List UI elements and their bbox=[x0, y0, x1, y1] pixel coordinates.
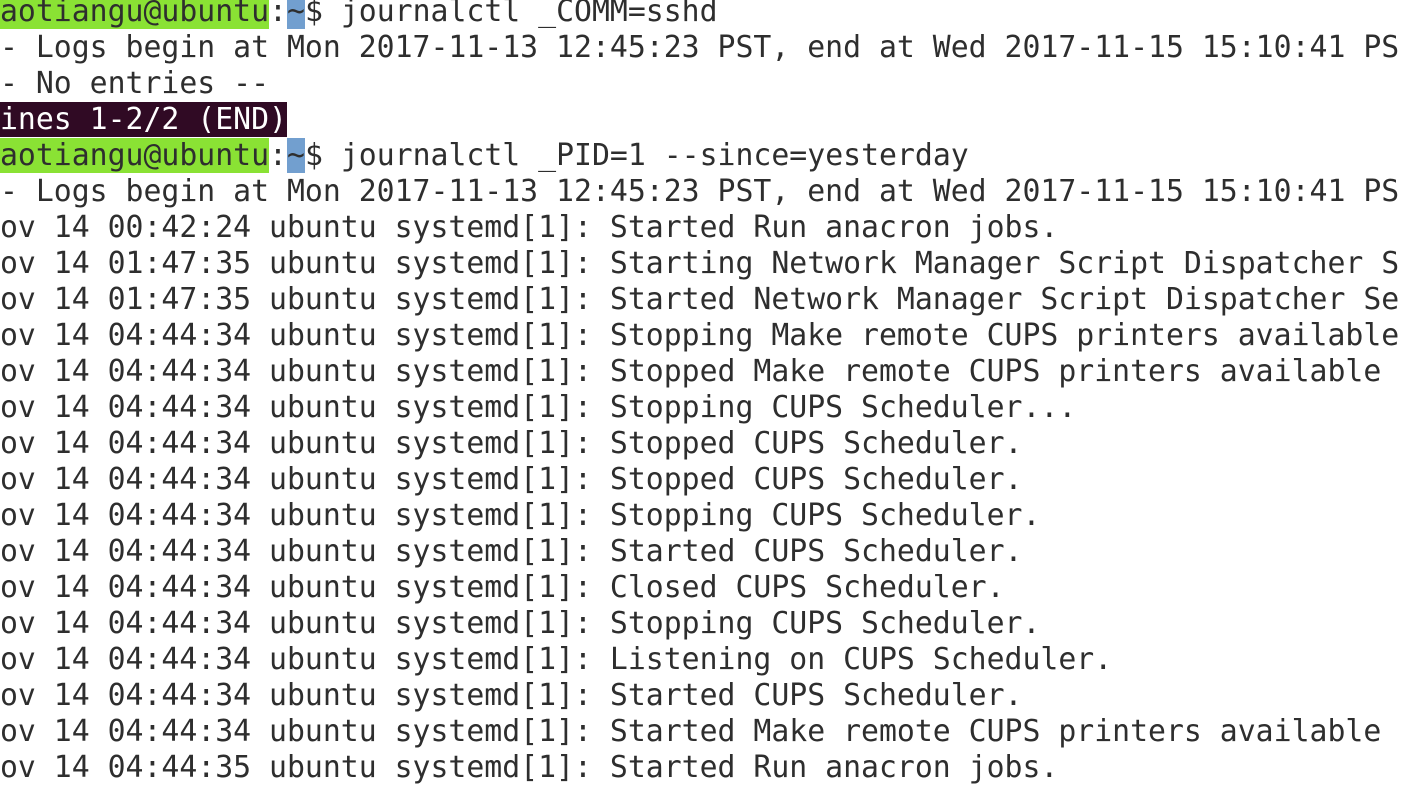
pager-status-line: lines 1-2/2 (END) bbox=[0, 102, 287, 138]
prompt-user-host: haotiangu@ubuntu bbox=[0, 0, 270, 29]
log-line: Nov 14 04:44:34 ubuntu systemd[1]: Close… bbox=[0, 570, 1005, 605]
prompt-path: ~ bbox=[286, 138, 305, 173]
log-line: Nov 14 04:44:35 ubuntu systemd[1]: Start… bbox=[0, 750, 1059, 785]
log-line: Nov 14 04:44:34 ubuntu systemd[1]: Stopp… bbox=[0, 318, 1400, 353]
log-line: Nov 14 04:44:34 ubuntu systemd[1]: Stopp… bbox=[0, 498, 1041, 533]
prompt-separator: : bbox=[269, 0, 287, 29]
log-line: Nov 14 04:44:34 ubuntu systemd[1]: Stopp… bbox=[0, 462, 1023, 497]
log-line: Nov 14 04:44:34 ubuntu systemd[1]: Start… bbox=[0, 714, 1400, 749]
prompt-path: ~ bbox=[286, 0, 305, 29]
log-line: Nov 14 01:47:35 ubuntu systemd[1]: Start… bbox=[0, 246, 1400, 281]
log-line: Nov 14 04:44:34 ubuntu systemd[1]: Stopp… bbox=[0, 354, 1400, 389]
log-line: Nov 14 04:44:34 ubuntu systemd[1]: Stopp… bbox=[0, 426, 1023, 461]
terminal-window[interactable]: haotiangu@ubuntu:~$ journalctl _COMM=ssh… bbox=[0, 0, 1412, 792]
log-line: Nov 14 04:44:34 ubuntu systemd[1]: Start… bbox=[0, 678, 1023, 713]
prompt-symbol: $ bbox=[304, 0, 323, 29]
command-text: journalctl _COMM=sshd bbox=[322, 0, 718, 29]
output-line: -- Logs begin at Mon 2017-11-13 12:45:23… bbox=[0, 30, 1400, 65]
output-line: -- No entries -- bbox=[0, 66, 270, 101]
log-line: Nov 14 04:44:34 ubuntu systemd[1]: Start… bbox=[0, 534, 1023, 569]
log-line: Nov 14 00:42:24 ubuntu systemd[1]: Start… bbox=[0, 210, 1059, 245]
log-line: Nov 14 04:44:34 ubuntu systemd[1]: Liste… bbox=[0, 642, 1113, 677]
prompt-line-1: haotiangu@ubuntu:~$ journalctl _COMM=ssh… bbox=[0, 0, 718, 30]
prompt-line-2: haotiangu@ubuntu:~$ journalctl _PID=1 --… bbox=[0, 138, 969, 174]
prompt-separator: : bbox=[269, 138, 287, 173]
pager-status: lines 1-2/2 (END) bbox=[0, 102, 287, 137]
log-line: Nov 14 04:44:34 ubuntu systemd[1]: Stopp… bbox=[0, 390, 1077, 425]
log-line: Nov 14 01:47:35 ubuntu systemd[1]: Start… bbox=[0, 282, 1400, 317]
command-text: journalctl _PID=1 --since=yesterday bbox=[322, 138, 969, 173]
prompt-symbol: $ bbox=[304, 138, 323, 173]
output-line: -- Logs begin at Mon 2017-11-13 12:45:23… bbox=[0, 174, 1400, 209]
prompt-user-host: haotiangu@ubuntu bbox=[0, 138, 270, 173]
log-line: Nov 14 04:44:34 ubuntu systemd[1]: Stopp… bbox=[0, 606, 1041, 641]
